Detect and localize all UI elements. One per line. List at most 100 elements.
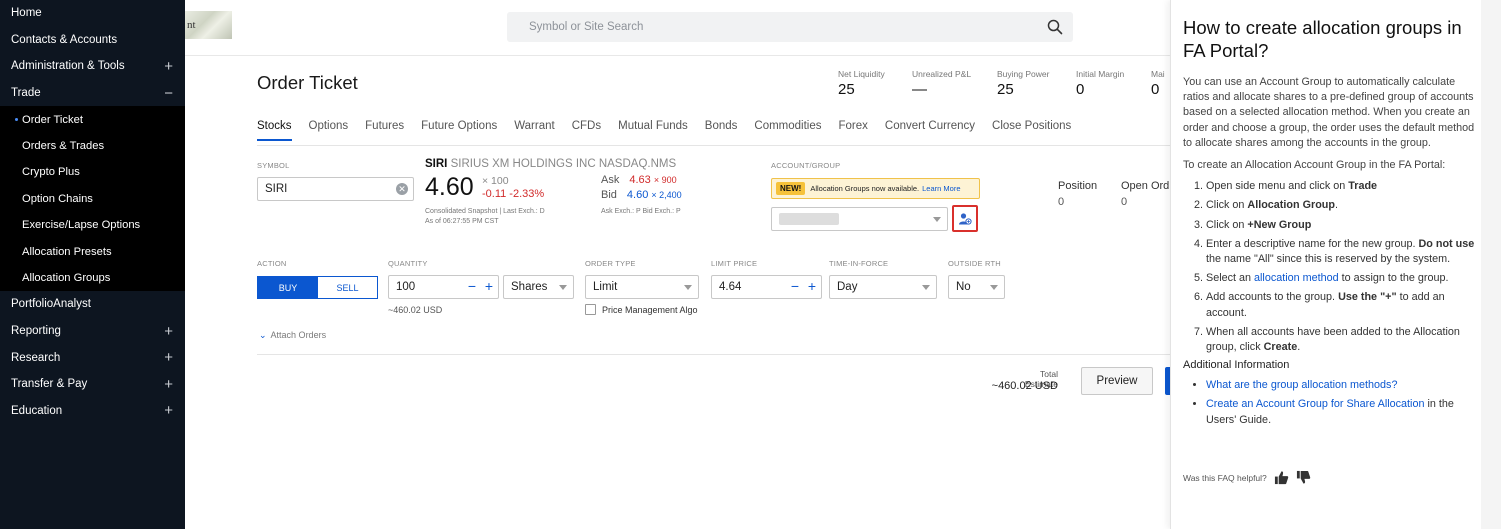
outside-rth-select[interactable]: No xyxy=(948,275,1005,299)
step-text: Open side menu and click on xyxy=(1206,180,1349,193)
quantity-unit-select[interactable]: Shares xyxy=(503,275,574,299)
divider xyxy=(257,145,1170,146)
exchange-info: Ask Exch.: P Bid Exch.: P xyxy=(601,208,681,215)
subnav-exercise-lapse[interactable]: Exercise/Lapse Options xyxy=(0,212,185,238)
expand-icon[interactable]: + xyxy=(164,323,173,340)
tab-bonds[interactable]: Bonds xyxy=(705,120,738,141)
logo[interactable]: nt xyxy=(185,11,232,39)
logo-text: nt xyxy=(187,19,196,31)
asset-tabs: Stocks Options Futures Future Options Wa… xyxy=(257,120,1088,141)
faq-panel: How to create allocation groups in FA Po… xyxy=(1170,0,1501,529)
tab-future-options[interactable]: Future Options xyxy=(421,120,497,141)
stat-unrealized-pnl: Unrealized P&L — xyxy=(912,69,997,98)
thumbs-up-icon[interactable] xyxy=(1274,470,1289,485)
faq-scrollbar[interactable] xyxy=(1481,0,1501,529)
nav-label: Research xyxy=(11,351,61,364)
tab-forex[interactable]: Forex xyxy=(839,120,868,141)
preview-button[interactable]: Preview xyxy=(1081,367,1153,395)
rth-value: No xyxy=(956,281,971,293)
ask-label: Ask xyxy=(601,174,620,186)
sell-button[interactable]: SELL xyxy=(318,277,377,298)
collapse-icon[interactable]: − xyxy=(164,85,173,102)
nav-portfolioanalyst[interactable]: PortfolioAnalyst xyxy=(0,291,185,318)
limit-price-stepper[interactable]: 4.64 − + xyxy=(711,275,822,299)
nav-trade[interactable]: Trade − xyxy=(0,80,185,107)
clear-icon[interactable]: ✕ xyxy=(396,183,408,195)
quantity-stepper[interactable]: 100 − + xyxy=(388,275,499,299)
step-text: . xyxy=(1334,199,1338,212)
subnav-order-ticket[interactable]: Order Ticket xyxy=(0,106,185,132)
subnav-allocation-groups[interactable]: Allocation Groups xyxy=(0,265,185,291)
tab-cfds[interactable]: CFDs xyxy=(572,120,601,141)
symbol-input[interactable]: SIRI ✕ xyxy=(257,177,414,201)
subnav-allocation-presets[interactable]: Allocation Presets xyxy=(0,238,185,264)
faq-steps: Open side menu and click on Trade Click … xyxy=(1183,179,1483,355)
faq-step: When all accounts have been added to the… xyxy=(1206,325,1483,355)
step-bold: +New Group xyxy=(1247,218,1312,231)
allocation-group-button[interactable] xyxy=(952,205,978,232)
buy-button[interactable]: BUY xyxy=(258,277,318,298)
ask-size: × 900 xyxy=(653,175,677,185)
step-text: Enter a descriptive name for the new gro… xyxy=(1206,237,1419,250)
learn-more-link[interactable]: Learn More xyxy=(922,184,960,193)
nav-research[interactable]: Research + xyxy=(0,344,185,371)
faq-lead: To create an Allocation Account Group in… xyxy=(1183,159,1446,172)
tab-options[interactable]: Options xyxy=(309,120,349,141)
expand-icon[interactable]: + xyxy=(164,402,173,419)
minus-icon[interactable]: − xyxy=(468,278,476,294)
nav-education[interactable]: Education + xyxy=(0,397,185,424)
nav-reporting[interactable]: Reporting + xyxy=(0,318,185,345)
expand-icon[interactable]: + xyxy=(164,58,173,75)
expand-icon[interactable]: + xyxy=(164,349,173,366)
nav-label: Contacts & Accounts xyxy=(11,33,118,46)
time-in-force-select[interactable]: Day xyxy=(829,275,937,299)
tab-warrant[interactable]: Warrant xyxy=(514,120,554,141)
step-text: Click on xyxy=(1206,218,1248,231)
tab-commodities[interactable]: Commodities xyxy=(754,120,821,141)
minus-icon[interactable]: − xyxy=(791,278,799,294)
nav-administration-tools[interactable]: Administration & Tools + xyxy=(0,53,185,80)
subnav-orders-trades[interactable]: Orders & Trades xyxy=(0,133,185,159)
plus-icon[interactable]: + xyxy=(808,278,816,294)
account-stats: Net Liquidity 25 Unrealized P&L — Buying P… xyxy=(838,69,1171,98)
search-icon[interactable] xyxy=(1047,19,1063,35)
subnav-option-chains[interactable]: Option Chains xyxy=(0,186,185,212)
order-type-label: ORDER TYPE xyxy=(585,259,636,268)
nav-home[interactable]: Home xyxy=(0,0,185,27)
thumbs-down-icon[interactable] xyxy=(1296,470,1311,485)
symbol-value: SIRI xyxy=(265,183,288,195)
trade-submenu: Order Ticket Orders & Trades Crypto Plus… xyxy=(0,106,185,292)
subnav-crypto-plus[interactable]: Crypto Plus xyxy=(0,159,185,185)
attach-orders-toggle[interactable]: ⌄ Attach Orders xyxy=(259,330,326,341)
tab-close-positions[interactable]: Close Positions xyxy=(992,120,1071,141)
group-allocation-methods-link[interactable]: What are the group allocation methods? xyxy=(1206,379,1397,391)
search-input[interactable] xyxy=(507,12,1037,42)
tab-mutual-funds[interactable]: Mutual Funds xyxy=(618,120,688,141)
nav-transfer-pay[interactable]: Transfer & Pay + xyxy=(0,371,185,398)
order-type-select[interactable]: Limit xyxy=(585,275,699,299)
tab-convert-currency[interactable]: Convert Currency xyxy=(885,120,975,141)
price-management-checkbox[interactable] xyxy=(585,304,596,315)
tab-futures[interactable]: Futures xyxy=(365,120,404,141)
nav-contacts-accounts[interactable]: Contacts & Accounts xyxy=(0,27,185,54)
step-bold: Allocation Group xyxy=(1247,199,1335,212)
expand-icon[interactable]: + xyxy=(164,376,173,393)
tab-stocks[interactable]: Stocks xyxy=(257,120,292,141)
action-label: ACTION xyxy=(257,259,287,268)
plus-icon[interactable]: + xyxy=(485,278,493,294)
step-text: . xyxy=(1297,341,1301,354)
open-orders-info: Open Ord 0 xyxy=(1121,180,1170,208)
nav-label: PortfolioAnalyst xyxy=(11,298,91,311)
nav-label: Education xyxy=(11,404,63,417)
order-ticket-panel: Order Ticket Net Liquidity 25 Unrealized … xyxy=(185,57,1170,529)
account-select[interactable] xyxy=(771,207,948,231)
link-item: What are the group allocation methods? xyxy=(1206,378,1473,393)
buy-sell-toggle: BUY SELL xyxy=(257,276,378,299)
allocation-method-link[interactable]: allocation method xyxy=(1254,272,1339,284)
stat-value: 0 xyxy=(1076,81,1085,98)
stat-label: Unrealized P&L xyxy=(912,69,972,79)
link-item: Create an Account Group for Share Alloca… xyxy=(1206,397,1473,427)
stat-value: 25 xyxy=(838,81,855,98)
create-account-group-link[interactable]: Create an Account Group for Share Alloca… xyxy=(1206,398,1424,410)
total-estimate-value: ~460.02 USD xyxy=(991,380,1058,392)
